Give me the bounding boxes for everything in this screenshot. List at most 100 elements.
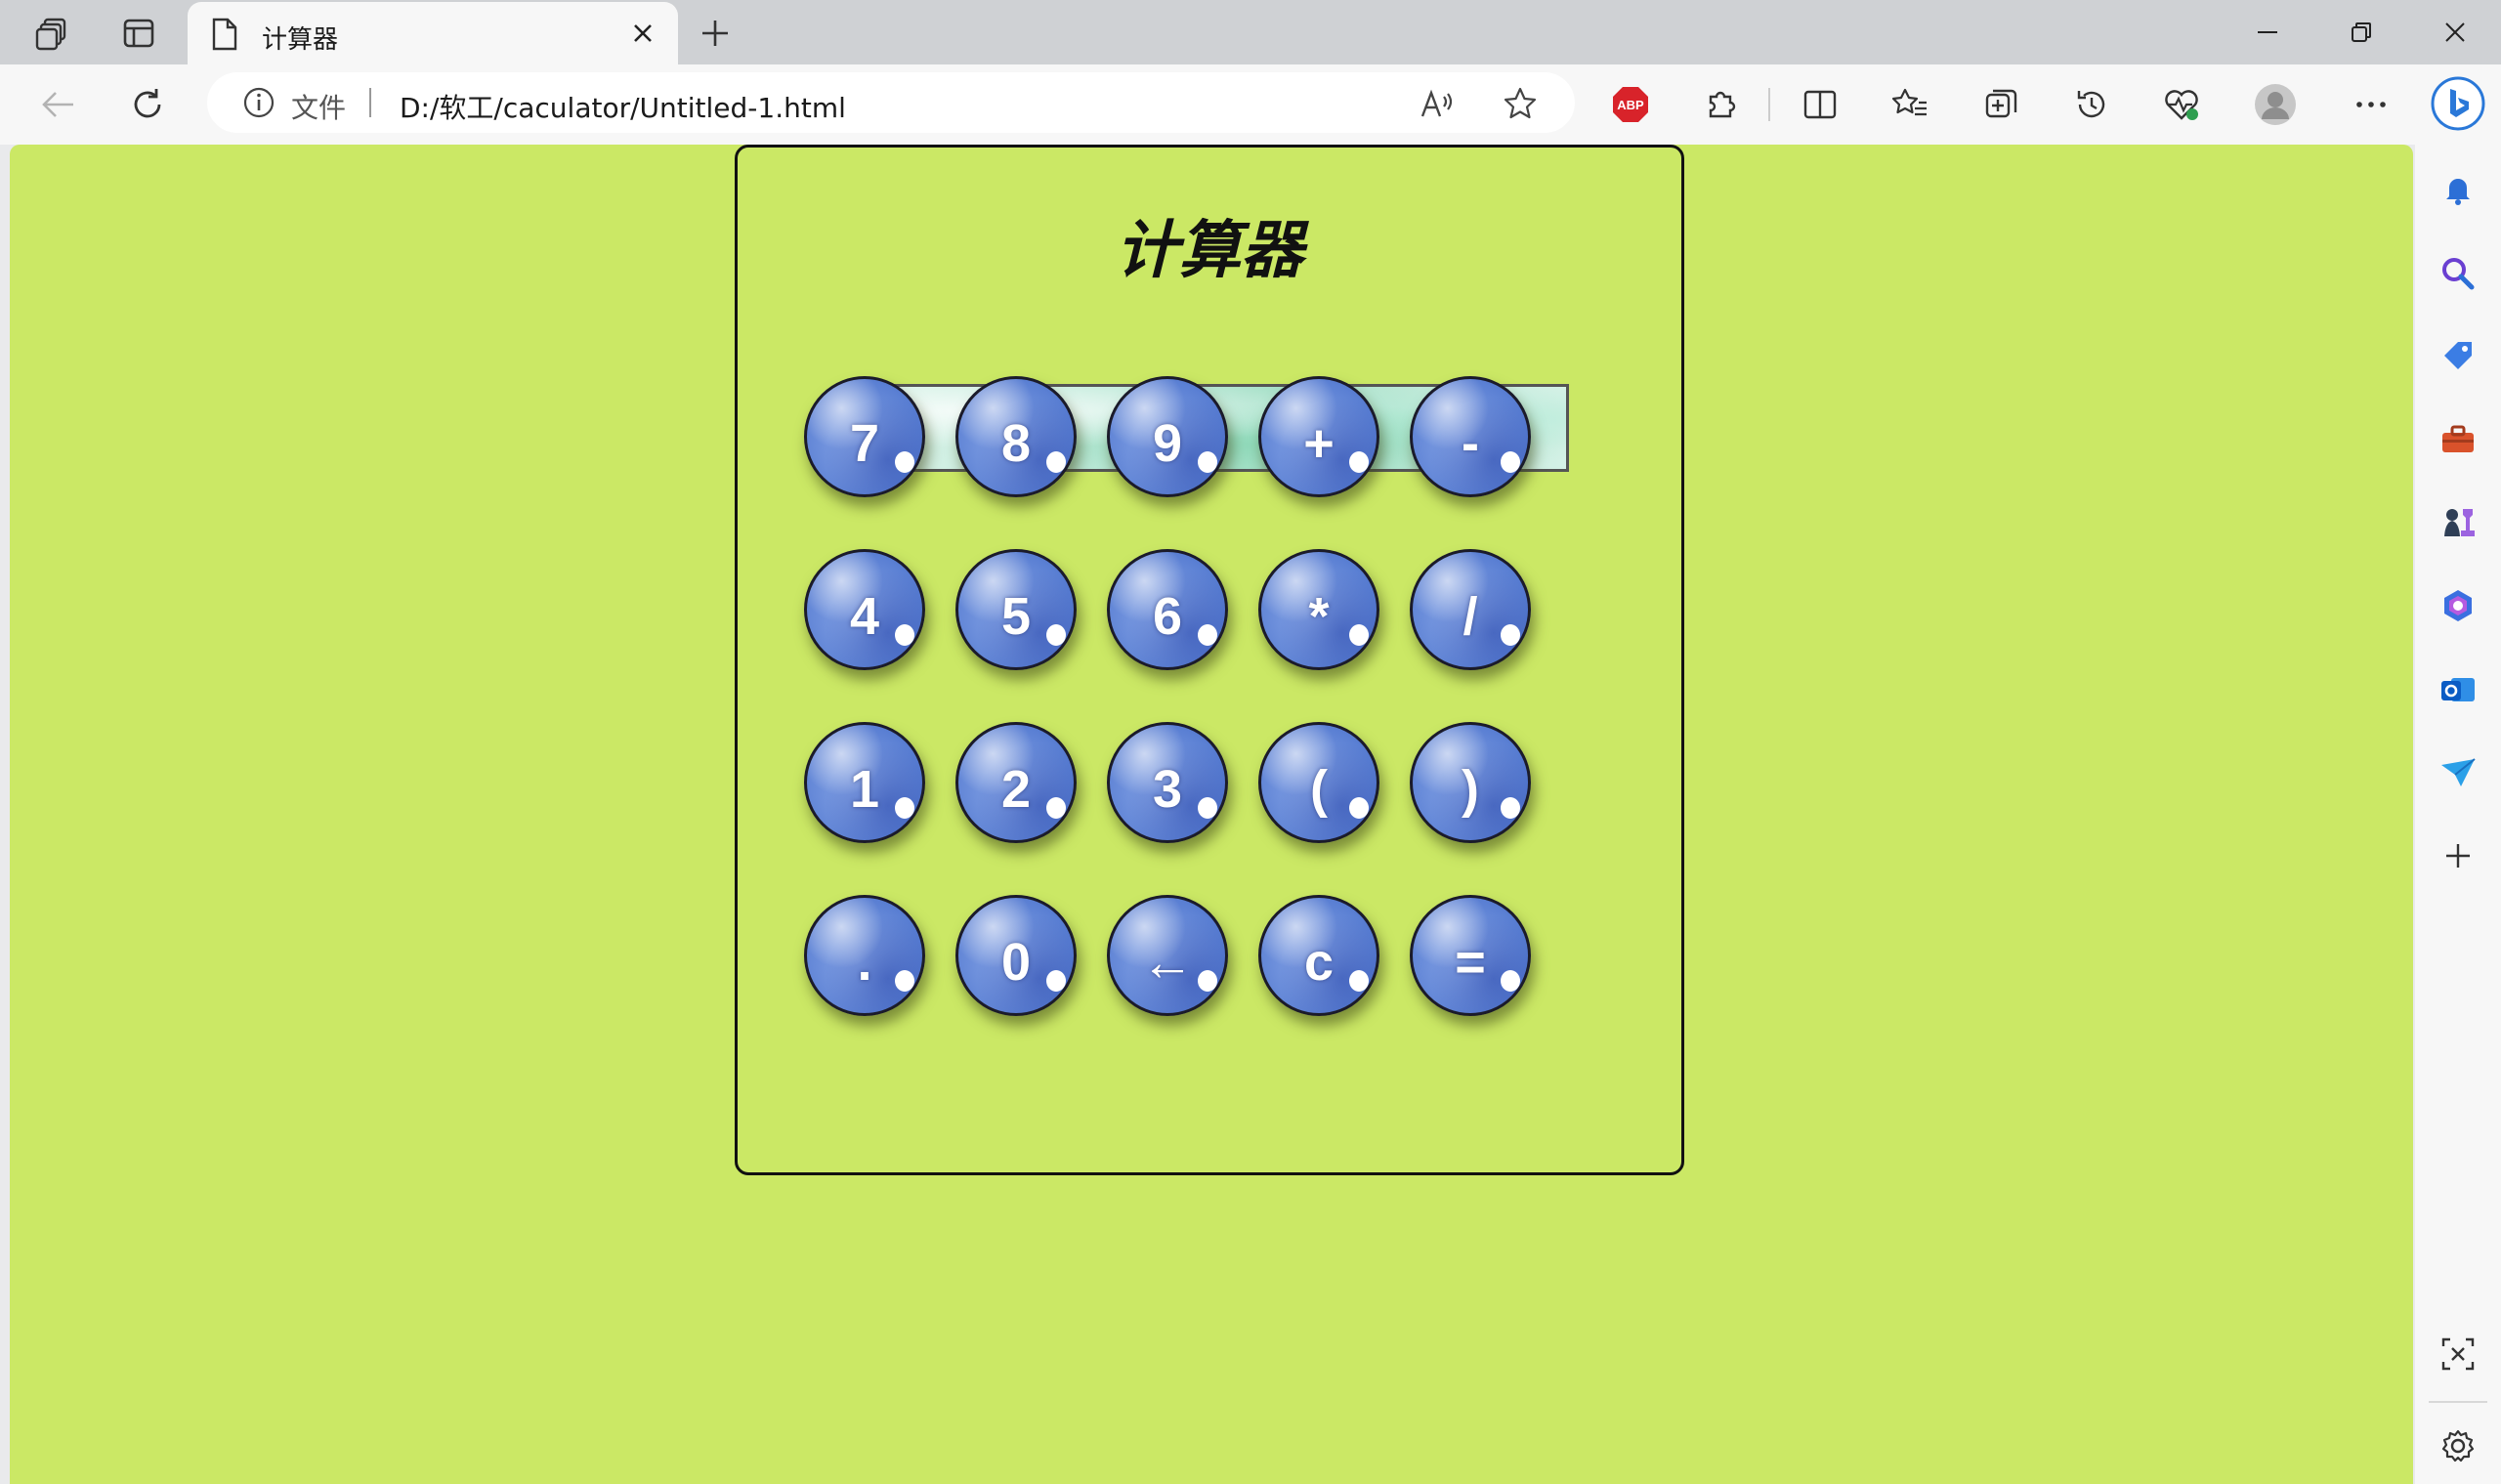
key-plus-button[interactable]: + [1258,376,1379,497]
collections-button[interactable] [1979,82,2024,127]
shopping-button[interactable] [2437,334,2480,377]
favorites-button[interactable] [1887,82,1932,127]
sidebar-settings-button[interactable] [2437,1424,2480,1467]
add-sidebar-app-button[interactable] [2437,834,2480,877]
key-divide-button[interactable]: / [1410,549,1531,670]
key-open-paren-button[interactable]: ( [1258,722,1379,843]
key-close-paren-button[interactable]: ) [1410,722,1531,843]
paper-plane-icon [2441,758,2476,786]
tools-button[interactable] [2437,418,2480,461]
toolbox-icon [2442,425,2474,452]
highlight-dot [1046,797,1066,819]
puzzle-icon [1709,91,1736,118]
key-clear-button[interactable]: c [1258,895,1379,1016]
office-icon [2444,590,2472,621]
tab-active[interactable]: 计算器 [188,2,678,64]
page-viewport: 计算器 7 8 9 + - 4 5 6 * / 1 2 3 (). 0 ← c = [10,145,2413,1484]
read-aloud-icon[interactable] [1417,82,1460,125]
highlight-dot [1349,797,1369,819]
screen-capture-icon [2441,1337,2475,1371]
highlight-dot [895,624,914,646]
collections-icon [1985,89,2017,118]
outlook-icon [2441,678,2475,701]
info-icon[interactable] [242,86,276,124]
restore-button[interactable] [2327,10,2395,55]
url-text[interactable]: D:/软工/caculator/Untitled-1.html [400,87,846,126]
favorite-star-icon[interactable] [1499,82,1542,125]
workspaces-icon[interactable] [31,12,74,55]
key-6-button[interactable]: 6 [1107,549,1228,670]
key-label: . [857,933,872,992]
address-bar[interactable]: 文件 D:/软工/caculator/Untitled-1.html [207,72,1575,133]
key-label: 6 [1152,587,1183,646]
favorites-list-icon [1891,88,1927,116]
microsoft365-button[interactable] [2437,584,2480,627]
calculator-title: 计算器 [1116,215,1303,287]
highlight-dot [1198,451,1217,473]
key-4-button[interactable]: 4 [804,549,925,670]
key-label: 5 [1000,587,1032,646]
tab-actions-icon[interactable] [117,12,160,55]
more-menu-button[interactable] [2349,82,2394,127]
minimize-button[interactable] [2233,10,2302,55]
heart-pulse-icon [2165,90,2198,120]
split-screen-icon [1803,90,1837,119]
refresh-icon [134,89,161,118]
browser-essentials-button[interactable] [2159,82,2204,127]
back-button[interactable] [35,82,80,127]
new-tab-button[interactable] [694,12,737,55]
key-8-button[interactable]: 8 [955,376,1077,497]
highlight-dot [1198,624,1217,646]
profile-button[interactable] [2253,82,2298,127]
address-separator [369,88,371,117]
highlight-dot [1046,451,1066,473]
key-label: 3 [1152,760,1183,819]
key-label: ( [1310,760,1328,819]
highlight-dot [1046,624,1066,646]
history-button[interactable] [2069,82,2114,127]
scheme-label: 文件 [291,92,347,124]
adblock-button[interactable]: ABP [1608,82,1653,127]
sidebar-separator [2429,1401,2487,1403]
minimize-icon [2258,31,2277,33]
close-icon [2445,22,2465,42]
key-2-button[interactable]: 2 [955,722,1077,843]
notifications-button[interactable] [2437,168,2480,211]
key-label: 9 [1152,414,1183,473]
key-backspace-button[interactable]: ← [1107,895,1228,1016]
key-5-button[interactable]: 5 [955,549,1077,670]
extensions-button[interactable] [1698,82,1743,127]
key-decimal-button[interactable]: . [804,895,925,1016]
search-button[interactable] [2437,252,2480,295]
more-dots-icon [2356,102,2386,107]
key-label: = [1455,933,1486,992]
key-3-button[interactable]: 3 [1107,722,1228,843]
drop-button[interactable] [2437,750,2480,793]
highlight-dot [1501,624,1520,646]
plus-icon [702,21,728,46]
chess-pieces-icon [2444,509,2475,536]
screenshot-button[interactable] [2437,1333,2480,1376]
key-label: ) [1462,760,1479,819]
close-window-button[interactable] [2421,10,2489,55]
key-9-button[interactable]: 9 [1107,376,1228,497]
key-0-button[interactable]: 0 [955,895,1077,1016]
highlight-dot [1198,970,1217,992]
key-minus-button[interactable]: - [1410,376,1531,497]
key-multiply-button[interactable]: * [1258,549,1379,670]
games-button[interactable] [2437,500,2480,543]
key-label: / [1462,587,1478,646]
tab-strip: 计算器 [0,0,2501,64]
refresh-button[interactable] [125,82,170,127]
history-icon [2077,91,2105,118]
toolbar-separator [1768,88,1770,121]
split-screen-button[interactable] [1798,82,1843,127]
close-icon[interactable] [625,16,660,51]
copilot-button[interactable] [2429,74,2487,133]
outlook-button[interactable] [2437,668,2480,711]
key-label: c [1303,933,1335,992]
key-1-button[interactable]: 1 [804,722,925,843]
key-7-button[interactable]: 7 [804,376,925,497]
adblock-badge-label: ABP [1617,97,1644,112]
key-equals-button[interactable]: = [1410,895,1531,1016]
